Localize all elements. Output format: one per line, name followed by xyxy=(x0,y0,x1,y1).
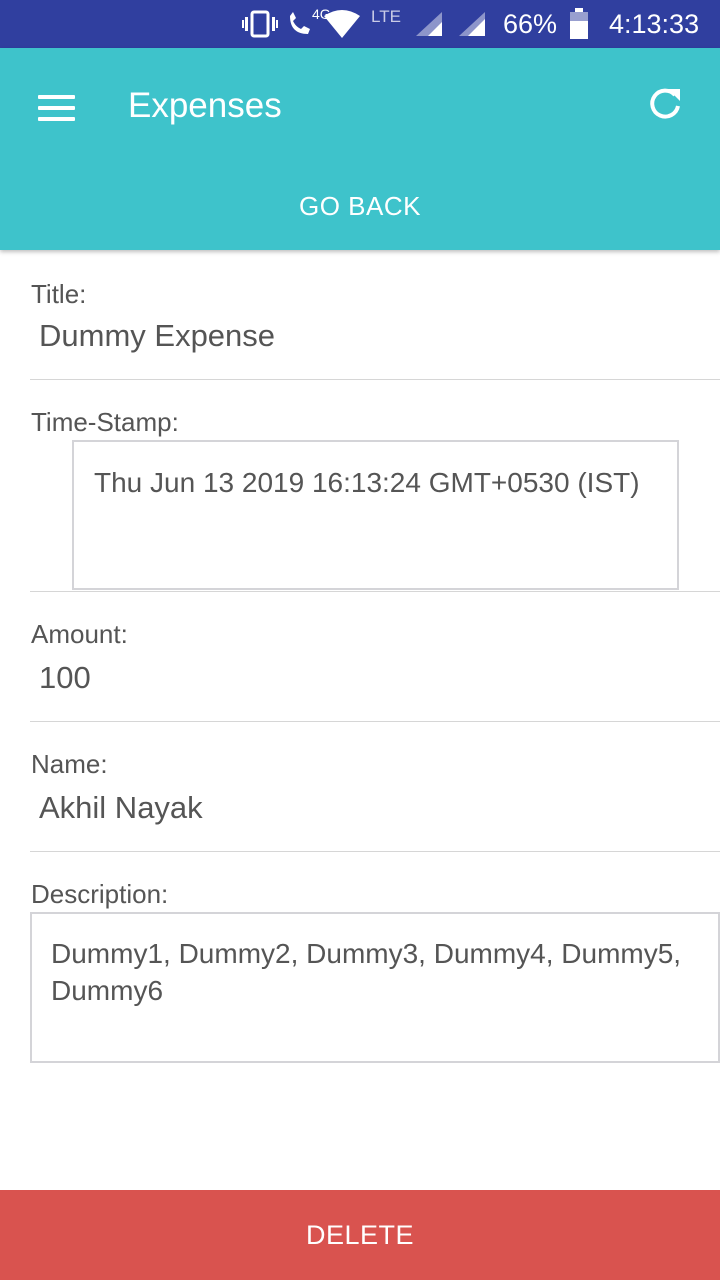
description-label: Description: xyxy=(31,879,169,909)
signal-icon-2 xyxy=(457,0,485,48)
divider xyxy=(30,591,720,592)
page-title: Expenses xyxy=(128,86,282,125)
signal-icon xyxy=(414,0,442,48)
name-label: Name: xyxy=(31,749,108,779)
amount-label: Amount: xyxy=(31,619,128,649)
vibrate-icon xyxy=(242,0,278,48)
amount-value: 100 xyxy=(39,660,91,695)
description-field[interactable]: Dummy1, Dummy2, Dummy3, Dummy4, Dummy5, … xyxy=(30,912,720,1063)
divider xyxy=(30,379,720,380)
divider xyxy=(30,721,720,722)
title-label: Title: xyxy=(31,279,87,309)
name-value: Akhil Nayak xyxy=(39,790,203,825)
description-value: Dummy1, Dummy2, Dummy3, Dummy4, Dummy5, … xyxy=(51,938,682,1006)
title-value: Dummy Expense xyxy=(39,318,276,353)
timestamp-value: Thu Jun 13 2019 16:13:24 GMT+0530 (IST) xyxy=(94,467,640,498)
lte-label: LTE xyxy=(371,7,401,26)
delete-button[interactable]: DELETE xyxy=(0,1190,720,1280)
timestamp-label: Time-Stamp: xyxy=(31,407,179,437)
clock: 4:13:33 xyxy=(609,8,700,39)
menu-icon[interactable] xyxy=(38,95,76,121)
timestamp-field[interactable]: Thu Jun 13 2019 16:13:24 GMT+0530 (IST) xyxy=(72,440,679,590)
go-back-button[interactable]: GO BACK xyxy=(0,176,720,236)
wifi-icon xyxy=(324,0,360,48)
battery-percent: 66% xyxy=(503,8,558,39)
app-bar: Expenses GO BACK xyxy=(0,48,720,250)
status-bar: 4G LTE 66% 4:13:33 xyxy=(0,0,720,48)
battery-icon xyxy=(569,0,589,48)
divider xyxy=(30,851,720,852)
refresh-icon[interactable] xyxy=(647,86,683,122)
